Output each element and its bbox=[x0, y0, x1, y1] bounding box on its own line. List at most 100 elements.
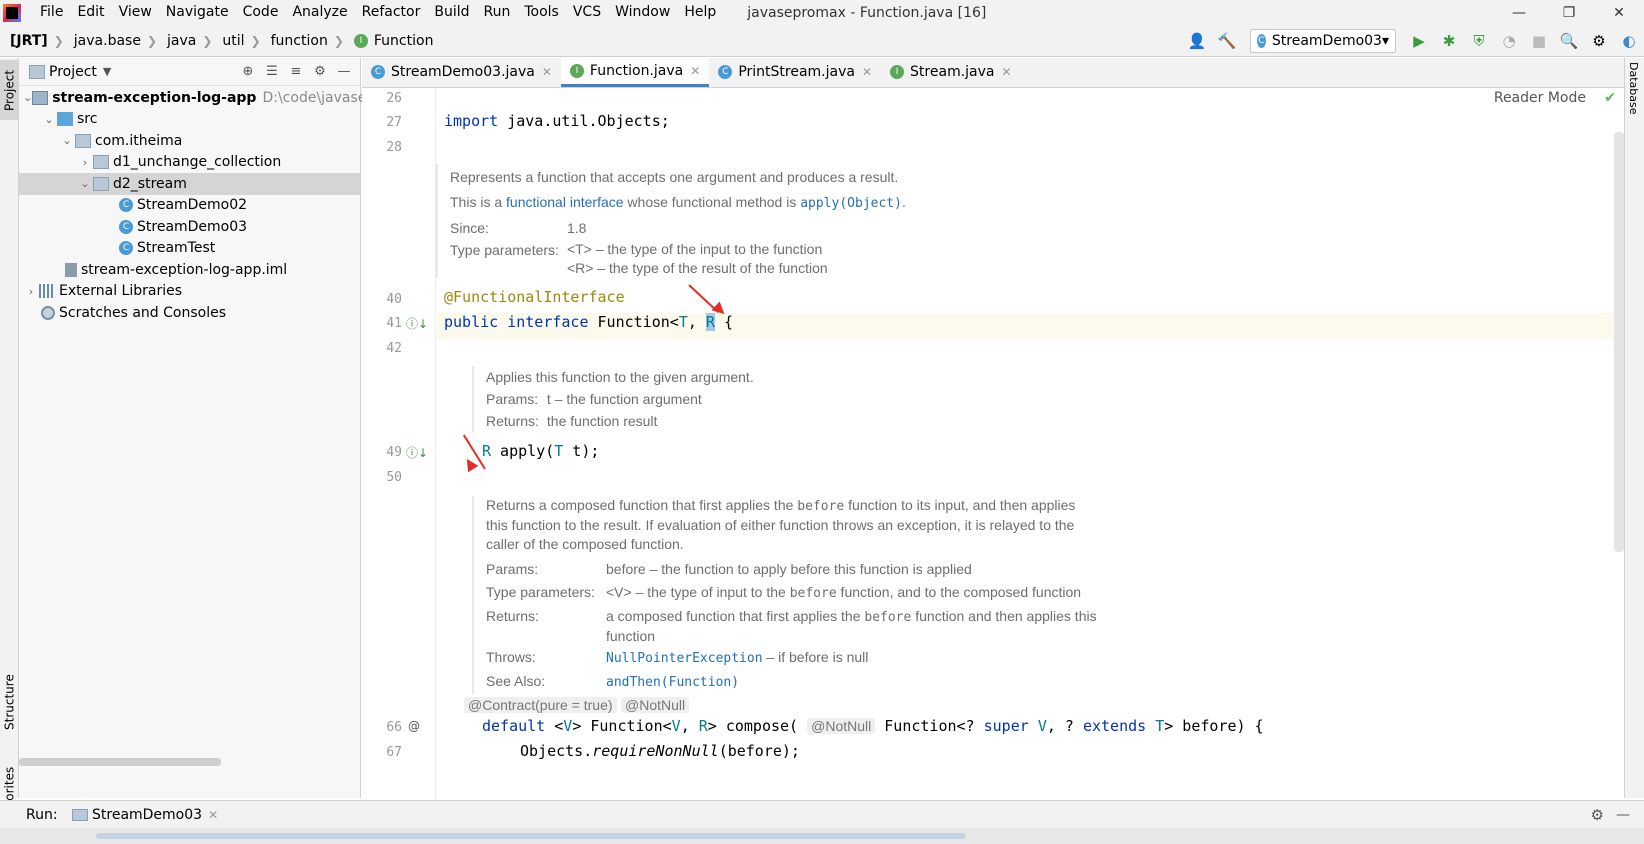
line-number: 26 bbox=[386, 91, 402, 106]
tree-item-class[interactable]: C StreamDemo02 bbox=[19, 195, 360, 217]
doc-link[interactable]: functional interface bbox=[506, 194, 624, 210]
settings-gear-icon[interactable]: ⚙ bbox=[1586, 28, 1612, 54]
close-icon[interactable]: ✕ bbox=[208, 808, 218, 822]
tree-item-root[interactable]: ⌄ stream-exception-log-app D:\code\javas… bbox=[19, 87, 389, 109]
reader-mode-toggle[interactable]: Reader Mode bbox=[1494, 90, 1586, 106]
tab-printstream[interactable]: C PrintStream.java ✕ bbox=[709, 57, 881, 87]
user-icon[interactable]: 👤 bbox=[1184, 28, 1210, 54]
close-icon[interactable]: ✕ bbox=[862, 65, 872, 79]
tree-item-class[interactable]: C StreamDemo03 bbox=[19, 216, 360, 238]
menu-view[interactable]: View bbox=[112, 0, 159, 25]
tree-item-d2[interactable]: ⌄ d2_stream bbox=[19, 173, 360, 195]
run-tab-streamdemo03[interactable]: StreamDemo03 ✕ bbox=[72, 807, 218, 823]
doc-key: Type parameters: bbox=[450, 242, 559, 258]
interface-icon: I bbox=[353, 33, 368, 48]
implemented-marker-icon[interactable]: ⓘ↓ bbox=[406, 444, 428, 461]
settings-gear-icon[interactable]: ⚙ bbox=[1591, 806, 1604, 824]
menu-code[interactable]: Code bbox=[236, 0, 286, 25]
build-hammer-icon[interactable]: 🔨 bbox=[1214, 28, 1240, 54]
doc-link[interactable]: apply(Object) bbox=[800, 196, 902, 211]
contract-hint[interactable]: @Contract(pure = true) bbox=[464, 697, 617, 713]
stop-icon[interactable]: ■ bbox=[1526, 28, 1552, 54]
chevron-down-icon[interactable]: ⌄ bbox=[41, 113, 57, 126]
project-panel-title[interactable]: Project bbox=[49, 64, 97, 80]
code-editor[interactable]: 26 27 28 40 41 ⓘ↓ 42 49 ⓘ↓ 50 66 @ 67 Re… bbox=[362, 88, 1624, 800]
vertical-scrollbar[interactable] bbox=[1614, 132, 1624, 552]
hide-panel-icon[interactable]: — bbox=[332, 60, 356, 84]
project-tool-tab[interactable]: Project bbox=[0, 60, 19, 120]
debug-icon[interactable]: ✱ bbox=[1436, 28, 1462, 54]
tree-item-iml[interactable]: stream-exception-log-app.iml bbox=[19, 259, 360, 281]
project-view-icon bbox=[29, 64, 45, 79]
menu-tools[interactable]: Tools bbox=[517, 0, 566, 25]
close-window-button[interactable]: ✕ bbox=[1594, 0, 1644, 25]
doc-value: NullPointerException – if before is null bbox=[606, 646, 1097, 670]
coverage-icon[interactable]: ⛨ bbox=[1466, 28, 1492, 54]
close-icon[interactable]: ✕ bbox=[1001, 65, 1011, 79]
breadcrumb-function[interactable]: I Function bbox=[344, 33, 433, 49]
chevron-down-icon[interactable]: ▼ bbox=[103, 65, 111, 78]
menu-build[interactable]: Build bbox=[427, 0, 476, 25]
run-icon[interactable]: ▶ bbox=[1406, 28, 1432, 54]
database-tool-tab[interactable]: Database bbox=[1627, 62, 1640, 115]
tree-item-class[interactable]: C StreamTest bbox=[19, 238, 360, 260]
settings-gear-icon[interactable]: ⚙ bbox=[308, 60, 332, 84]
tree-item-src[interactable]: ⌄ src bbox=[19, 109, 360, 131]
chevron-down-icon[interactable]: ⌄ bbox=[23, 91, 32, 104]
tab-function[interactable]: I Function.java ✕ bbox=[560, 57, 710, 87]
breadcrumb-java-base[interactable]: java.base ❯ bbox=[64, 33, 157, 49]
doc-link[interactable]: andThen(Function) bbox=[606, 675, 739, 690]
restore-button[interactable]: ❐ bbox=[1544, 0, 1594, 25]
breadcrumb-function-pkg[interactable]: function ❯ bbox=[261, 33, 344, 49]
doc-key: Type parameters: bbox=[486, 584, 595, 600]
tree-item-d1[interactable]: › d1_unchange_collection bbox=[19, 152, 360, 174]
breadcrumb-util[interactable]: util ❯ bbox=[212, 33, 260, 49]
editor-gutter[interactable]: 26 27 28 40 41 ⓘ↓ 42 49 ⓘ↓ 50 66 @ 67 bbox=[362, 88, 436, 800]
menu-vcs[interactable]: VCS bbox=[566, 0, 608, 25]
menu-help[interactable]: Help bbox=[677, 0, 723, 25]
horizontal-scrollbar[interactable] bbox=[19, 758, 221, 766]
contract-marker-icon[interactable]: @ bbox=[408, 719, 420, 733]
chevron-right-icon[interactable]: › bbox=[23, 285, 39, 298]
doc-value: <V> – the type of input to the before fu… bbox=[606, 581, 1097, 605]
plugin-icon[interactable]: ◐ bbox=[1616, 28, 1642, 54]
close-icon[interactable]: ✕ bbox=[690, 64, 700, 78]
chevron-right-icon: ❯ bbox=[250, 33, 261, 48]
run-configuration-select[interactable]: C StreamDemo03 ▾ bbox=[1250, 29, 1396, 53]
tree-item-external-libraries[interactable]: › External Libraries bbox=[19, 281, 360, 303]
notnull-hint[interactable]: @NotNull bbox=[621, 697, 690, 713]
search-icon[interactable]: 🔍 bbox=[1556, 28, 1582, 54]
tree-item-package[interactable]: ⌄ com.itheima bbox=[19, 130, 360, 152]
doc-link[interactable]: NullPointerException bbox=[606, 651, 763, 666]
collapse-all-icon[interactable]: ≡ bbox=[284, 60, 308, 84]
structure-tool-tab[interactable]: Structure bbox=[0, 662, 19, 742]
breadcrumb-jrt[interactable]: [JRT] ❯ bbox=[0, 33, 64, 49]
menu-file[interactable]: File bbox=[33, 0, 70, 25]
menu-analyze[interactable]: Analyze bbox=[285, 0, 354, 25]
menu-window[interactable]: Window bbox=[608, 0, 677, 25]
class-icon: C bbox=[119, 198, 133, 213]
locate-target-icon[interactable]: ⊕ bbox=[236, 60, 260, 84]
hide-panel-icon[interactable]: — bbox=[1616, 807, 1630, 823]
minimize-button[interactable]: — bbox=[1494, 0, 1544, 25]
menu-navigate[interactable]: Navigate bbox=[159, 0, 236, 25]
menu-refactor[interactable]: Refactor bbox=[355, 0, 428, 25]
menu-edit[interactable]: Edit bbox=[70, 0, 111, 25]
class-icon: C bbox=[119, 241, 133, 256]
chevron-right-icon[interactable]: › bbox=[77, 156, 93, 169]
implemented-marker-icon[interactable]: ⓘ↓ bbox=[406, 315, 428, 332]
chevron-down-icon[interactable]: ⌄ bbox=[59, 134, 75, 147]
tree-item-scratches[interactable]: Scratches and Consoles bbox=[19, 302, 360, 324]
package-icon bbox=[93, 155, 109, 170]
menu-run[interactable]: Run bbox=[477, 0, 518, 25]
tab-stream[interactable]: I Stream.java ✕ bbox=[881, 57, 1021, 87]
doc-key: Returns: bbox=[486, 413, 539, 429]
profile-icon[interactable]: ◔ bbox=[1496, 28, 1522, 54]
window-title: javasepromax - Function.java [16] bbox=[747, 4, 987, 21]
close-icon[interactable]: ✕ bbox=[542, 65, 552, 79]
breadcrumb-java[interactable]: java ❯ bbox=[157, 33, 212, 49]
expand-all-icon[interactable]: ☰ bbox=[260, 60, 284, 84]
chevron-down-icon[interactable]: ⌄ bbox=[77, 177, 93, 190]
tab-streamdemo03[interactable]: C StreamDemo03.java ✕ bbox=[362, 57, 561, 87]
notnull-hint[interactable]: @NotNull bbox=[807, 718, 876, 734]
